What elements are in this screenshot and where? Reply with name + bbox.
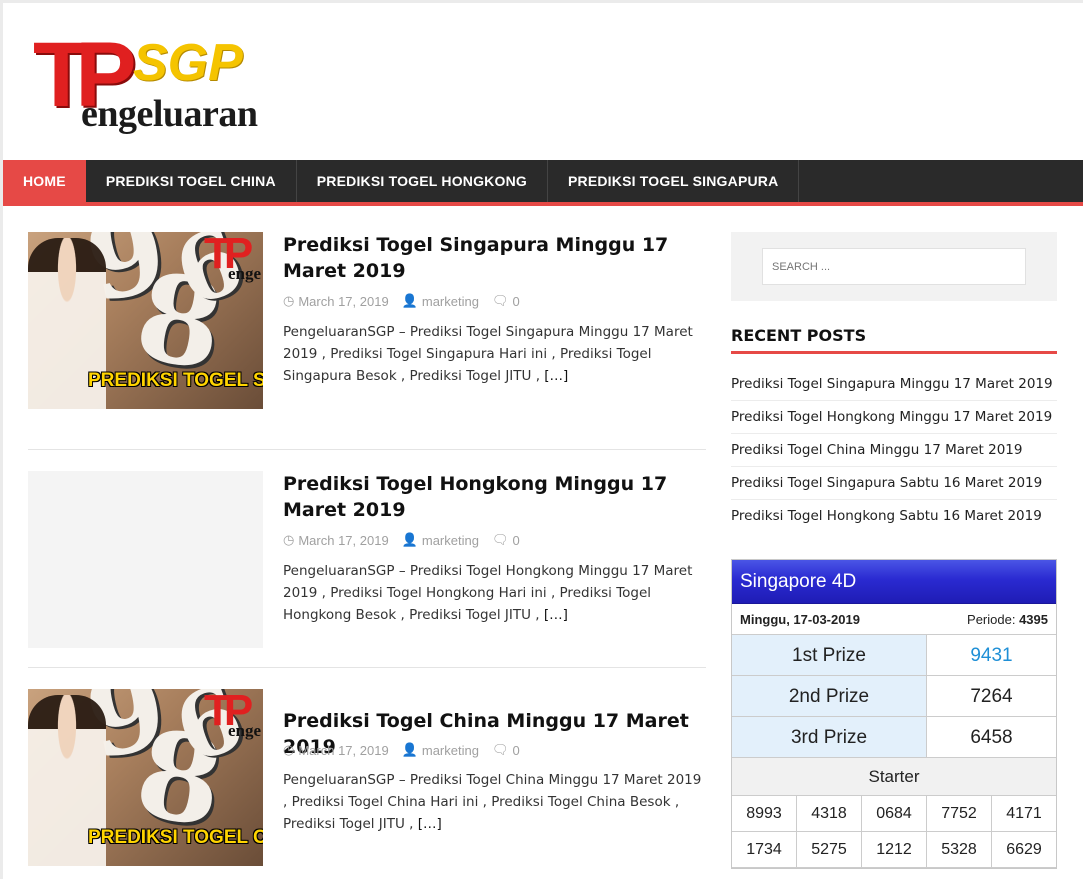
user-icon: 👤: [401, 742, 418, 757]
post-date[interactable]: March 17, 2019: [298, 533, 388, 548]
clock-icon: ◷: [283, 532, 295, 547]
excerpt-text: PengeluaranSGP – Prediksi Togel Hongkong…: [283, 563, 693, 623]
nav-item-home[interactable]: HOME: [3, 160, 86, 202]
recent-post-link[interactable]: Prediksi Togel Singapura Minggu 17 Maret…: [731, 368, 1057, 401]
post-list: 9 8 6 TP enge PREDIKSI TOGEL SINGAPURA P…: [28, 232, 706, 879]
prize-value: 7264: [927, 676, 1056, 716]
post-comments[interactable]: 0: [512, 533, 519, 548]
post-meta: ◷ March 17, 2019 👤 marketing 🗨 0: [283, 532, 524, 548]
post-meta: ◷ March 17, 2019 👤 marketing 🗨 0: [283, 293, 524, 309]
post-excerpt: PengeluaranSGP – Prediksi Togel Singapur…: [283, 321, 708, 387]
starter-number: 1734: [732, 832, 797, 867]
starter-number: 4318: [797, 796, 862, 831]
user-icon: 👤: [401, 293, 418, 308]
recent-post-link[interactable]: Prediksi Togel Singapura Sabtu 16 Maret …: [731, 467, 1057, 500]
post-excerpt: PengeluaranSGP – Prediksi Togel China Mi…: [283, 769, 708, 835]
prize-label: 2nd Prize: [732, 676, 927, 716]
thumb-logo-word: enge: [228, 264, 262, 283]
nav-item-prediksi-china[interactable]: PREDIKSI TOGEL CHINA: [86, 160, 297, 202]
starter-number: 1212: [862, 832, 927, 867]
post-item: 9 8 6 TP enge PREDIKSI TOGEL SINGAPURA P…: [28, 232, 706, 450]
post-title[interactable]: Prediksi Togel Singapura Minggu 17 Maret…: [283, 232, 708, 284]
post-thumbnail[interactable]: 9 8 6 TP enge PREDIKSI TOGEL SINGAPURA: [28, 232, 263, 409]
singapore-4d-widget: Singapore 4D Minggu, 17-03-2019 Periode:…: [731, 559, 1057, 869]
starter-number: 4171: [992, 796, 1056, 831]
user-icon: 👤: [401, 532, 418, 547]
prize-value: 9431: [927, 635, 1056, 675]
periode-value: 4395: [1019, 611, 1048, 627]
post-comments[interactable]: 0: [512, 743, 519, 758]
clock-icon: ◷: [283, 293, 295, 308]
comment-icon: 🗨: [491, 742, 509, 757]
comment-icon: 🗨: [491, 293, 509, 308]
post-thumbnail[interactable]: 9 8 6 TP enge PREDIKSI TOGEL CHINA: [28, 689, 263, 866]
post-item: Prediksi Togel Hongkong Minggu 17 Maret …: [28, 450, 706, 668]
recent-posts-list: Prediksi Togel Singapura Minggu 17 Maret…: [731, 368, 1057, 533]
starter-number: 5328: [927, 832, 992, 867]
read-more-link[interactable]: […]: [544, 368, 568, 384]
post-excerpt: PengeluaranSGP – Prediksi Togel Hongkong…: [283, 560, 708, 626]
clock-icon: ◷: [283, 742, 295, 757]
post-author[interactable]: marketing: [422, 743, 479, 758]
logo-sgp: SGP: [133, 34, 243, 92]
main-nav: HOME PREDIKSI TOGEL CHINA PREDIKSI TOGEL…: [3, 160, 1083, 206]
recent-post-link[interactable]: Prediksi Togel Hongkong Sabtu 16 Maret 2…: [731, 500, 1057, 533]
thumb-banner: PREDIKSI TOGEL SINGAPURA: [88, 370, 263, 391]
comment-icon: 🗨: [491, 532, 509, 547]
recent-post-link[interactable]: Prediksi Togel China Minggu 17 Maret 201…: [731, 434, 1057, 467]
site-logo[interactable]: TP SGP engeluaran: [33, 29, 273, 144]
post-date[interactable]: March 17, 2019: [298, 743, 388, 758]
nav-item-prediksi-hongkong[interactable]: PREDIKSI TOGEL HONGKONG: [297, 160, 548, 202]
starter-number: 0684: [862, 796, 927, 831]
post-author[interactable]: marketing: [422, 533, 479, 548]
starter-number: 7752: [927, 796, 992, 831]
search-input[interactable]: [762, 248, 1026, 285]
prize-value: 6458: [927, 717, 1056, 757]
page: TP SGP engeluaran HOME PREDIKSI TOGEL CH…: [3, 3, 1083, 879]
excerpt-text: PengeluaranSGP – Prediksi Togel China Mi…: [283, 772, 702, 832]
prize-row: 3rd Prize 6458: [732, 717, 1056, 758]
prize-row: 2nd Prize 7264: [732, 676, 1056, 717]
logo-word: engeluaran: [81, 93, 258, 135]
thumb-logo-word: enge: [228, 721, 262, 740]
post-item: 9 8 6 TP enge PREDIKSI TOGEL CHINA Predi…: [28, 668, 706, 879]
site-header: TP SGP engeluaran: [3, 3, 1083, 160]
post-title[interactable]: Prediksi Togel Hongkong Minggu 17 Maret …: [283, 471, 708, 523]
excerpt-text: PengeluaranSGP – Prediksi Togel Singapur…: [283, 324, 693, 384]
post-thumbnail[interactable]: [28, 471, 263, 648]
starter-number: 5275: [797, 832, 862, 867]
starter-row: 8993 4318 0684 7752 4171: [732, 796, 1056, 832]
prize-label: 1st Prize: [732, 635, 927, 675]
nav-item-prediksi-singapura[interactable]: PREDIKSI TOGEL SINGAPURA: [548, 160, 800, 202]
prize-row: 1st Prize 9431: [732, 635, 1056, 676]
read-more-link[interactable]: […]: [544, 607, 568, 623]
starter-number: 6629: [992, 832, 1056, 867]
recent-post-link[interactable]: Prediksi Togel Hongkong Minggu 17 Maret …: [731, 401, 1057, 434]
post-author[interactable]: marketing: [422, 294, 479, 309]
post-comments[interactable]: 0: [512, 294, 519, 309]
periode-label: Periode:: [967, 611, 1016, 627]
read-more-link[interactable]: […]: [418, 816, 442, 832]
sg4d-periode: Periode: 4395: [967, 612, 1048, 627]
recent-posts-title: RECENT POSTS: [731, 326, 1057, 354]
sg4d-date: Minggu, 17-03-2019: [740, 611, 860, 627]
search-widget: [731, 232, 1057, 301]
thumb-banner: PREDIKSI TOGEL CHINA: [88, 827, 263, 848]
post-date[interactable]: March 17, 2019: [298, 294, 388, 309]
sg4d-info-row: Minggu, 17-03-2019 Periode: 4395: [732, 604, 1056, 635]
starter-row: 1734 5275 1212 5328 6629: [732, 832, 1056, 868]
starter-number: 8993: [732, 796, 797, 831]
post-meta: ◷ March 17, 2019 👤 marketing 🗨 0: [283, 742, 524, 758]
sg4d-title: Singapore 4D: [732, 560, 1056, 604]
prize-label: 3rd Prize: [732, 717, 927, 757]
starter-title: Starter: [732, 758, 1056, 796]
